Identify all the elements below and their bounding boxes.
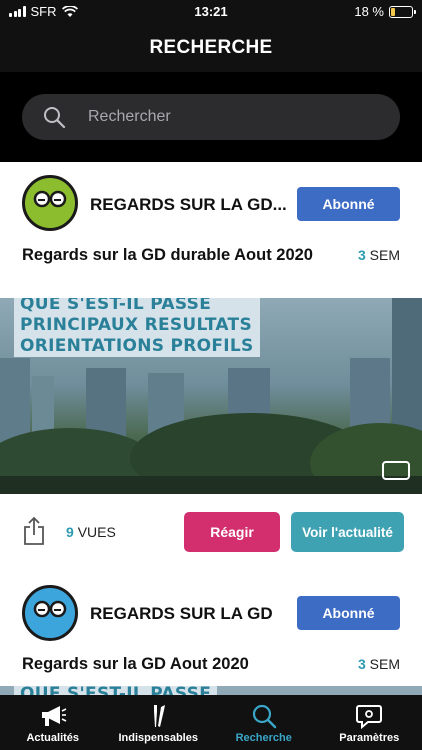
article-age: 3 SEM [358, 656, 400, 672]
battery-icon [389, 5, 416, 18]
article-image[interactable]: QUE S'EST-IL PASSE [0, 686, 422, 695]
subscribe-button[interactable]: Abonné [297, 187, 400, 221]
search-band [0, 72, 422, 162]
age-unit: SEM [369, 656, 400, 672]
tab-actualites[interactable]: Actualités [0, 695, 106, 750]
view-article-button[interactable]: Voir l'actualité [291, 512, 404, 552]
tab-indispensables[interactable]: Indispensables [106, 695, 212, 750]
battery-percent: 18 % [354, 4, 384, 19]
avatar [22, 585, 78, 641]
source-name[interactable]: REGARDS SUR LA GD [90, 604, 290, 624]
article-title[interactable]: Regards sur la GD durable Aout 2020 [22, 245, 322, 266]
news-card: REGARDS SUR LA GD... Abonné Regards sur … [0, 162, 422, 574]
glasses-face-icon [33, 190, 67, 208]
megaphone-icon [41, 706, 67, 726]
headline-line: ORIENTATIONS PROFILS [20, 336, 254, 356]
tools-icon [154, 705, 166, 727]
card-actions: 9 VUES Réagir Voir l'actualité [0, 494, 422, 574]
tab-recherche[interactable]: Recherche [211, 695, 317, 750]
headline-overlay: QUE S'EST-IL PASSE [14, 686, 218, 695]
react-button[interactable]: Réagir [184, 512, 280, 552]
headline-overlay: QUE S'EST-IL PASSE PRINCIPAUX RESULTATS … [14, 298, 260, 357]
source-name[interactable]: REGARDS SUR LA GD... [90, 195, 290, 215]
article-title[interactable]: Regards sur la GD Aout 2020 [22, 654, 322, 675]
search-icon [252, 704, 276, 729]
news-card: REGARDS SUR LA GD Abonné Regards sur la … [0, 574, 422, 695]
article-age: 3 SEM [358, 247, 400, 263]
search-input[interactable] [88, 94, 388, 140]
tab-label: Recherche [235, 732, 292, 744]
headline-line: QUE S'EST-IL PASSE [20, 298, 212, 314]
avatar [22, 175, 78, 231]
chat-settings-icon [356, 705, 383, 729]
status-bar: SFR 13:21 18 % [0, 0, 422, 24]
views-value: 9 [66, 524, 74, 540]
age-unit: SEM [369, 247, 400, 263]
page-title: RECHERCHE [149, 37, 273, 58]
tab-label: Paramètres [339, 732, 400, 744]
tab-parametres[interactable]: Paramètres [317, 695, 422, 750]
headline-line: QUE S'EST-IL PASSE [14, 686, 217, 695]
tab-label: Indispensables [118, 732, 198, 744]
glasses-face-icon [33, 600, 67, 618]
tab-bar: Actualités Indispensables Recherche Para… [0, 695, 422, 750]
search-box[interactable] [22, 94, 400, 140]
headline-line: PRINCIPAUX RESULTATS [20, 315, 252, 335]
age-value: 3 [357, 656, 366, 672]
views-count: 9 VUES [66, 524, 116, 540]
tab-label: Actualités [26, 732, 80, 744]
age-value: 3 [357, 247, 366, 263]
subscribe-button[interactable]: Abonné [297, 596, 400, 630]
views-unit: VUES [77, 524, 116, 540]
share-icon[interactable] [22, 516, 46, 546]
status-right: 18 % [354, 4, 416, 19]
app-header: RECHERCHE [0, 24, 422, 72]
caption-icon[interactable] [382, 461, 410, 480]
article-image[interactable]: QUE S'EST-IL PASSE PRINCIPAUX RESULTATS … [0, 298, 422, 494]
search-icon [44, 107, 66, 129]
